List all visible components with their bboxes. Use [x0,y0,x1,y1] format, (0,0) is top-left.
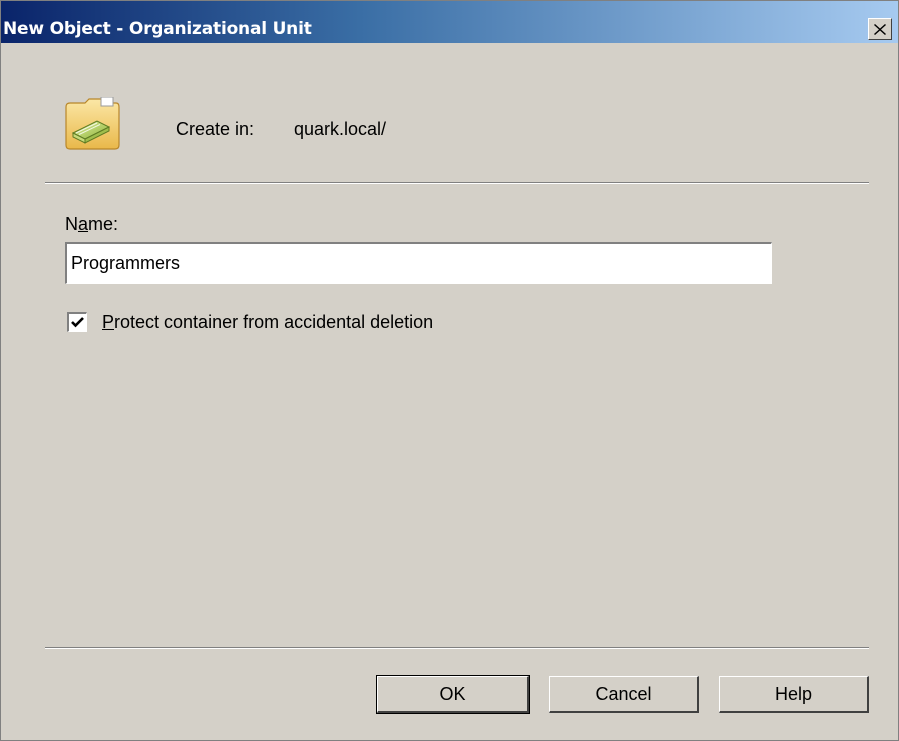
ok-button[interactable]: OK [376,675,530,714]
name-label-suffix: me: [88,214,119,234]
close-button[interactable] [868,18,892,40]
name-label-accelerator: a [78,214,89,234]
close-icon [874,23,886,35]
top-separator [45,182,869,184]
window-title: New Object - Organizational Unit [3,19,312,39]
cancel-button[interactable]: Cancel [549,676,699,713]
create-in-value: quark.local/ [294,119,387,139]
name-label: Name: [65,214,118,235]
name-label-prefix: N [65,214,78,234]
help-button[interactable]: Help [719,676,869,713]
protect-label-accelerator: P [102,312,115,332]
organizational-unit-folder-icon [65,97,120,150]
protect-label-text: rotect container from accidental deletio… [114,312,434,332]
create-in-label: Create in: [176,119,255,139]
protect-checkbox-label[interactable]: Protect container from accidental deleti… [102,312,433,333]
title-bar[interactable]: New Object - Organizational Unit [1,1,898,43]
checkmark-icon [71,317,84,328]
name-input[interactable] [65,242,772,284]
protect-checkbox[interactable] [67,312,87,332]
new-object-dialog: New Object - Organizational Unit Create … [0,0,899,741]
bottom-separator [45,647,869,649]
